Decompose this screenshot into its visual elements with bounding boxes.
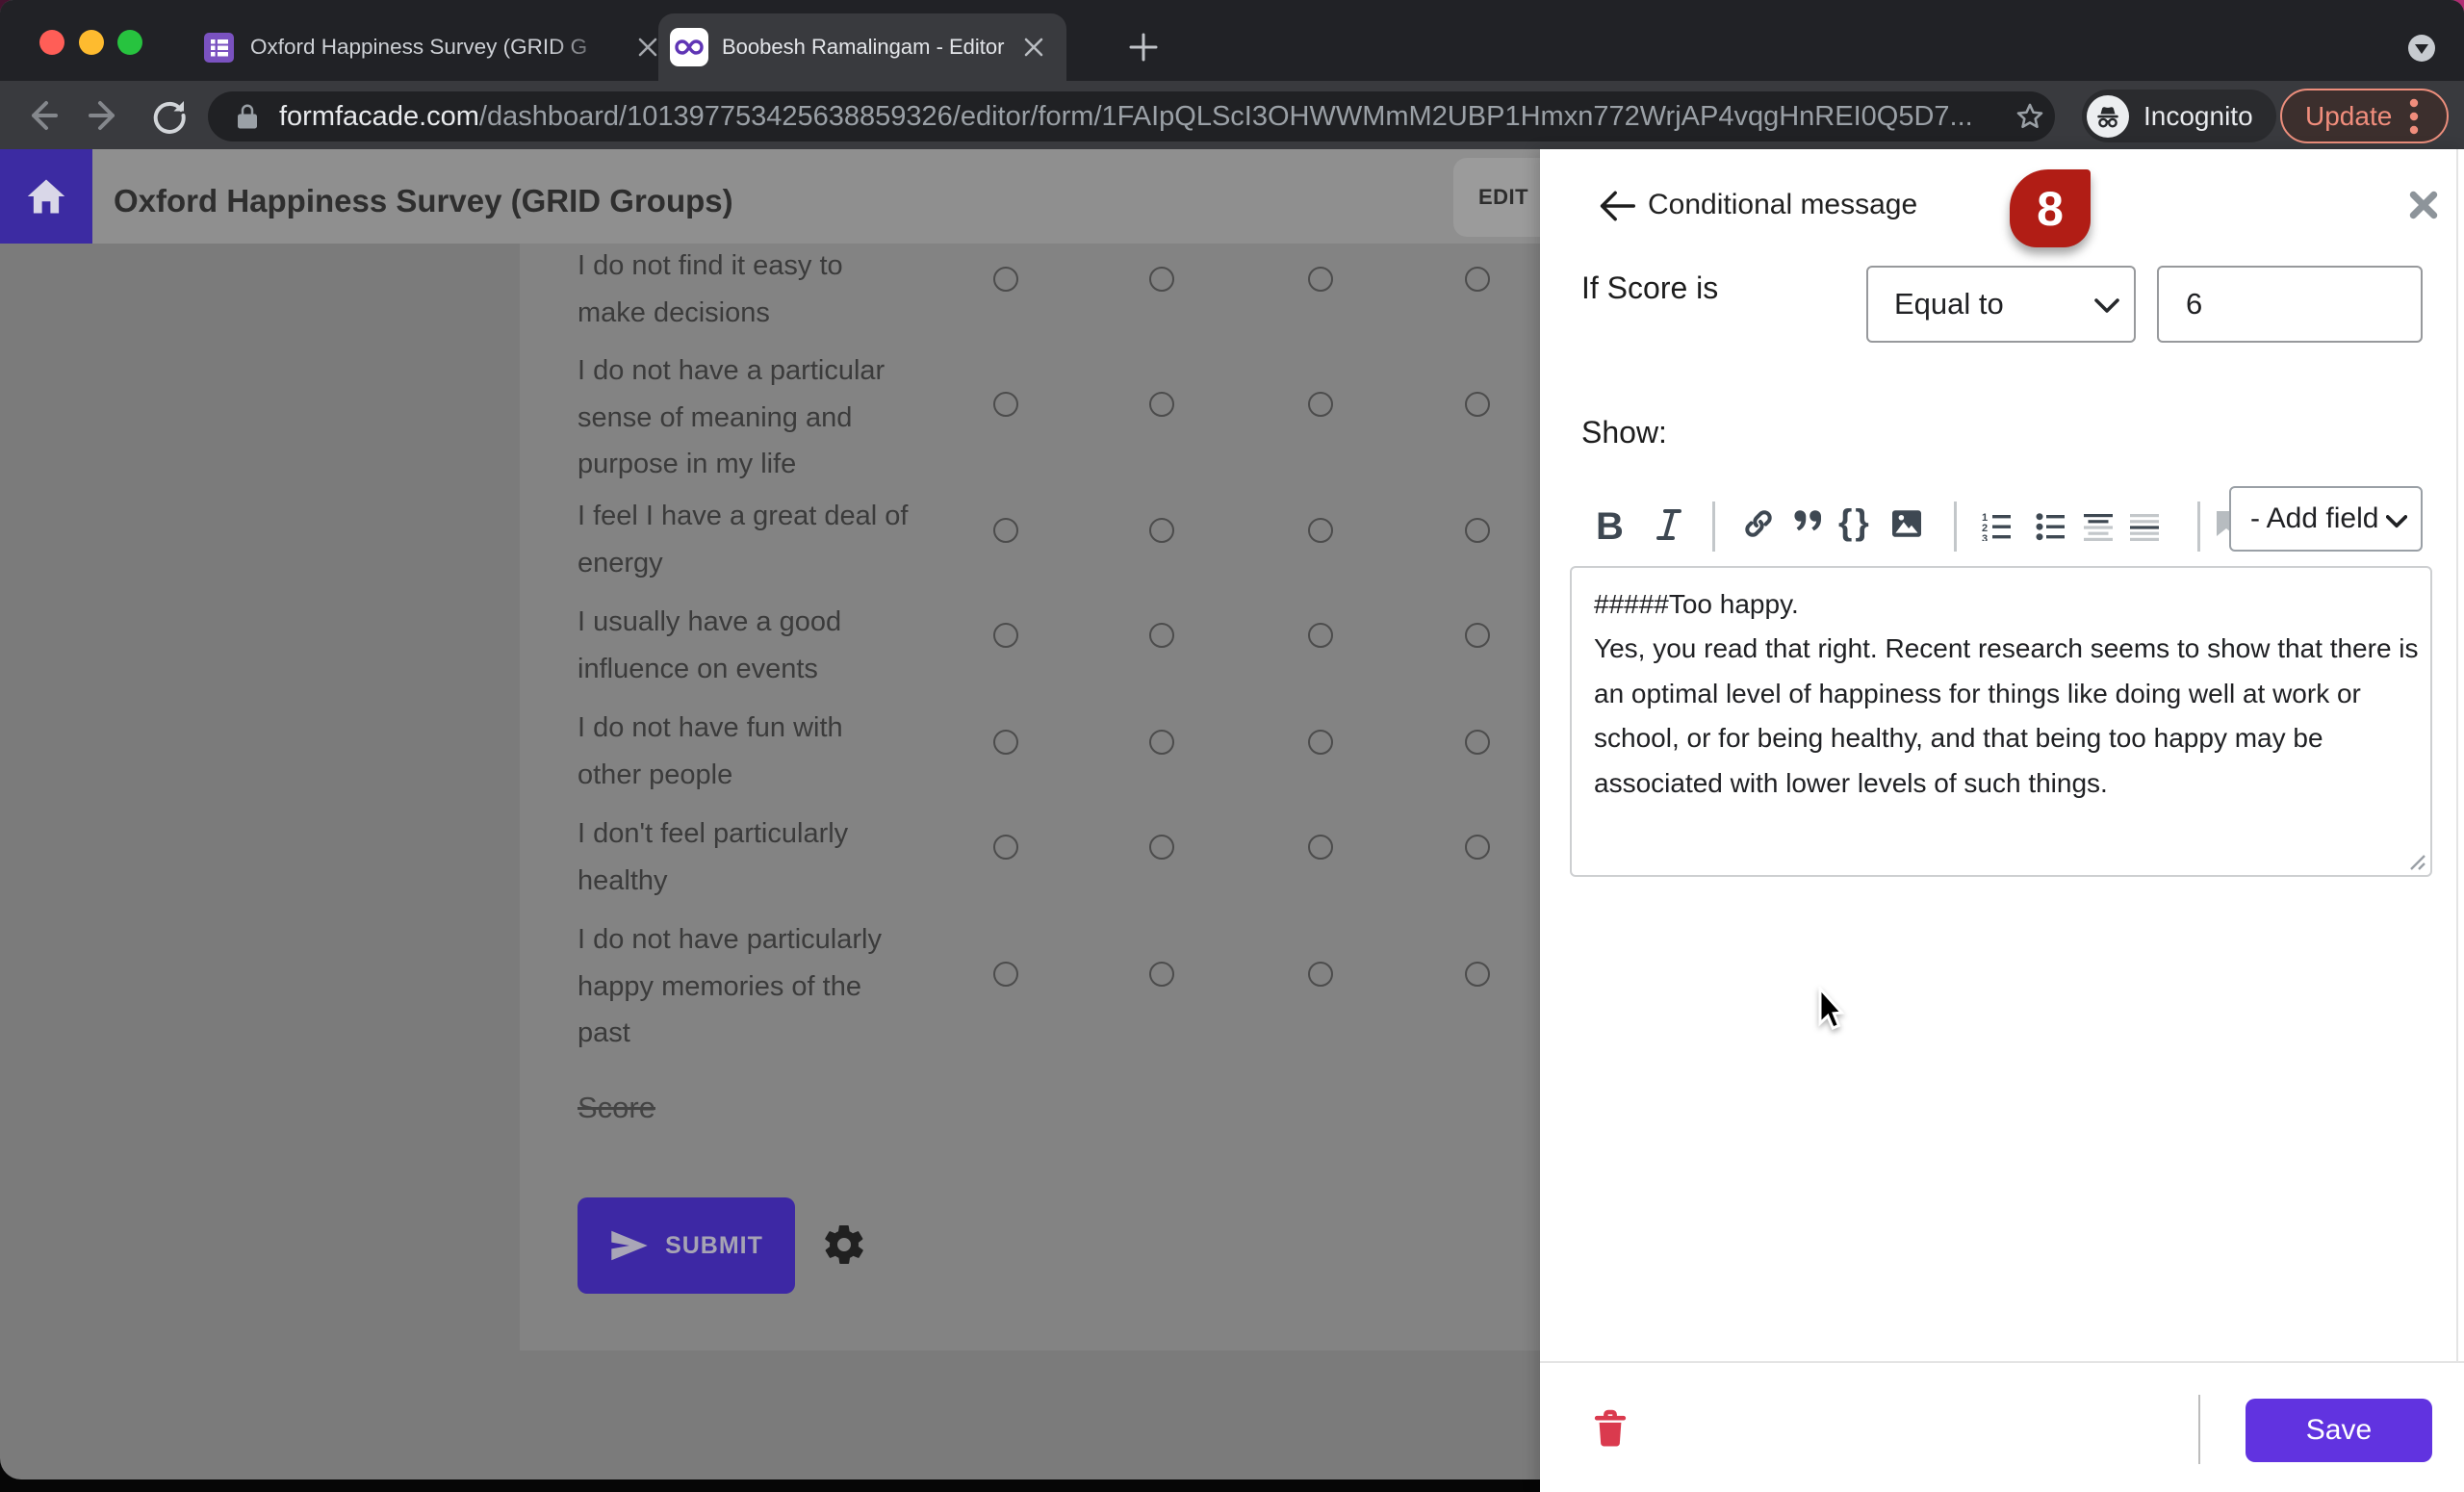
svg-text:3: 3 xyxy=(1982,533,1988,541)
